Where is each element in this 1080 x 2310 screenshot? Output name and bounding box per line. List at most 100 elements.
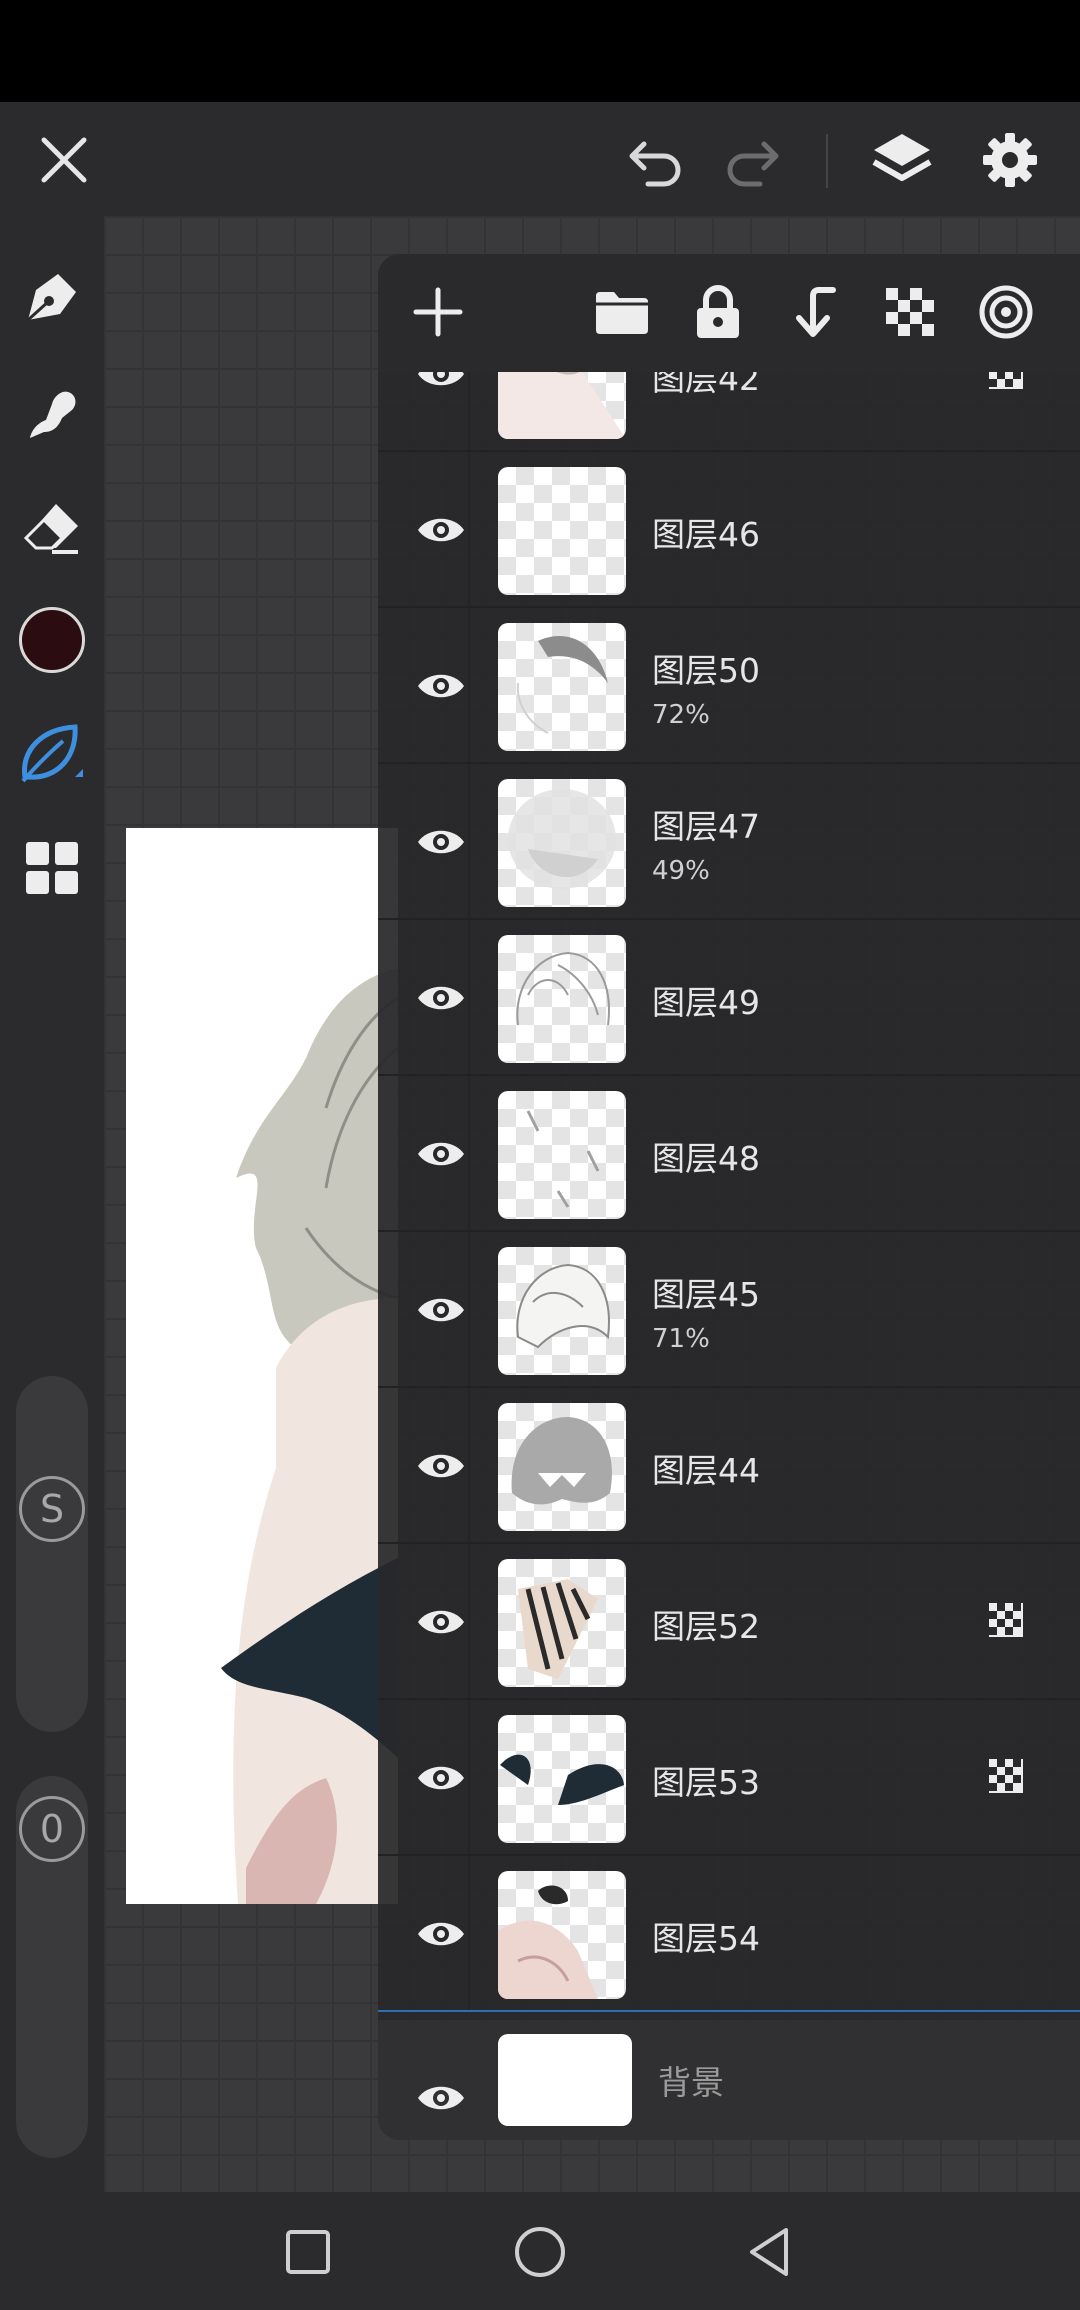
circle-icon xyxy=(515,2227,565,2277)
layer-thumbnail-art xyxy=(516,1263,610,1349)
layer-row[interactable]: 图层48 xyxy=(378,1076,1080,1232)
layer-visibility-toggle[interactable] xyxy=(386,764,496,920)
brush-opacity-knob[interactable]: 0 xyxy=(19,1796,85,1862)
top-toolbar xyxy=(0,102,1080,216)
eye-icon xyxy=(418,1766,464,1790)
background-visibility-toggle[interactable] xyxy=(386,2020,496,2140)
system-navigation-bar xyxy=(0,2192,1080,2310)
layer-name: 图层42 xyxy=(652,372,760,398)
eraser-icon xyxy=(23,504,78,554)
layer-row[interactable]: 图层53 xyxy=(378,1700,1080,1856)
layer-row[interactable]: 图层49 xyxy=(378,920,1080,1076)
layer-name: 图层54 xyxy=(652,1919,760,1958)
close-button[interactable] xyxy=(24,120,104,200)
brush-size-knob[interactable]: S xyxy=(19,1476,85,1542)
home-button[interactable] xyxy=(500,2212,580,2292)
layer-visibility-toggle[interactable] xyxy=(386,372,496,452)
layer-visibility-toggle[interactable] xyxy=(386,920,496,1076)
add-layer-button[interactable] xyxy=(400,274,476,350)
layers-icon xyxy=(872,134,932,181)
layer-visibility-toggle[interactable] xyxy=(386,608,496,764)
eye-icon xyxy=(418,372,464,386)
lock-layer-button[interactable] xyxy=(680,274,756,350)
back-button[interactable] xyxy=(730,2212,810,2292)
eye-icon xyxy=(418,1298,464,1322)
layer-name: 图层46 xyxy=(652,515,760,554)
undo-icon xyxy=(629,141,681,187)
blend-icon xyxy=(979,285,1033,339)
artboard[interactable] xyxy=(126,828,398,1904)
layer-visibility-toggle[interactable] xyxy=(386,1700,496,1856)
alpha-lock-indicator-icon xyxy=(989,372,1023,389)
folder-icon xyxy=(596,292,648,334)
layer-row[interactable]: 图层54 xyxy=(378,1856,1080,2012)
current-color-swatch xyxy=(19,607,85,673)
eye-icon xyxy=(418,986,464,1010)
merge-down-icon xyxy=(796,287,836,337)
eye-icon xyxy=(418,518,464,542)
status-bar xyxy=(0,0,1080,102)
layer-row[interactable]: 图层52 xyxy=(378,1544,1080,1700)
layer-opacity: 72% xyxy=(652,700,710,730)
merge-down-button[interactable] xyxy=(776,274,852,350)
background-layer-row[interactable]: 背景 xyxy=(378,2020,1080,2140)
layer-thumbnail xyxy=(498,372,626,439)
layer-thumbnail-art xyxy=(498,372,626,439)
alpha-lock-icon xyxy=(886,288,934,336)
layer-opacity: 49% xyxy=(652,856,710,886)
redo-button[interactable] xyxy=(712,120,792,200)
layer-visibility-toggle[interactable] xyxy=(386,1544,496,1700)
eye-icon xyxy=(418,2086,464,2110)
artwork-preview xyxy=(221,968,398,1904)
layer-name: 图层50 xyxy=(652,651,760,690)
pen-tool-button[interactable] xyxy=(12,258,92,338)
layer-visibility-toggle[interactable] xyxy=(386,1232,496,1388)
layer-name: 图层44 xyxy=(652,1451,760,1490)
layer-row[interactable]: 图层50 72% xyxy=(378,608,1080,764)
layer-row[interactable]: 图层42 xyxy=(378,372,1080,452)
layer-visibility-toggle[interactable] xyxy=(386,1388,496,1544)
layer-list[interactable]: 图层42 图层46 图层50 72% 图层47 49% 图层49 图层48 图层45 71% 图层4… xyxy=(378,372,1080,2020)
layer-thumbnail-art xyxy=(516,636,608,734)
back-triangle-icon xyxy=(750,2228,788,2276)
eye-icon xyxy=(418,830,464,854)
color-picker-button[interactable] xyxy=(12,600,92,680)
more-tools-button[interactable] xyxy=(12,828,92,908)
pen-icon xyxy=(26,274,76,322)
layer-name: 图层45 xyxy=(652,1275,760,1314)
brush-tool-button[interactable] xyxy=(12,714,92,794)
add-icon xyxy=(413,287,463,337)
layer-row[interactable]: 图层47 49% xyxy=(378,764,1080,920)
layer-row[interactable]: 图层45 71% xyxy=(378,1232,1080,1388)
settings-button[interactable] xyxy=(970,120,1050,200)
layer-visibility-toggle[interactable] xyxy=(386,1856,496,2012)
layer-name: 图层49 xyxy=(652,983,760,1022)
left-toolbar: S 0 xyxy=(0,216,104,2192)
layers-panel: 图层42 图层46 图层50 72% 图层47 49% 图层49 图层48 图层45 71% 图层4… xyxy=(378,254,1080,2140)
layer-visibility-toggle[interactable] xyxy=(386,452,496,608)
eye-icon xyxy=(418,1922,464,1946)
layer-thumbnail-art xyxy=(498,467,626,595)
smudge-tool-button[interactable] xyxy=(12,374,92,454)
gear-icon xyxy=(983,133,1037,187)
layer-thumbnail xyxy=(498,1247,626,1375)
undo-button[interactable] xyxy=(616,120,696,200)
redo-icon xyxy=(727,141,779,187)
blend-mode-button[interactable] xyxy=(968,274,1044,350)
layer-visibility-toggle[interactable] xyxy=(386,1076,496,1232)
eraser-tool-button[interactable] xyxy=(12,488,92,568)
layer-name: 图层48 xyxy=(652,1139,760,1178)
background-thumbnail xyxy=(498,2034,632,2126)
drawing-app: S 0 图层42 图层46 图层50 72% 图层47 49% 图层49 图层4… xyxy=(0,102,1080,2192)
layers-button[interactable] xyxy=(862,120,942,200)
recents-button[interactable] xyxy=(268,2212,348,2292)
layer-row[interactable]: 图层46 xyxy=(378,452,1080,608)
brush-size-slider[interactable] xyxy=(16,1376,88,1732)
alpha-lock-button[interactable] xyxy=(872,274,948,350)
eye-icon xyxy=(418,1610,464,1634)
new-folder-button[interactable] xyxy=(584,274,660,350)
layer-thumbnail-art xyxy=(526,1110,600,1208)
layer-row[interactable]: 图层44 xyxy=(378,1388,1080,1544)
eye-icon xyxy=(418,674,464,698)
layer-thumbnail xyxy=(498,1871,626,1999)
